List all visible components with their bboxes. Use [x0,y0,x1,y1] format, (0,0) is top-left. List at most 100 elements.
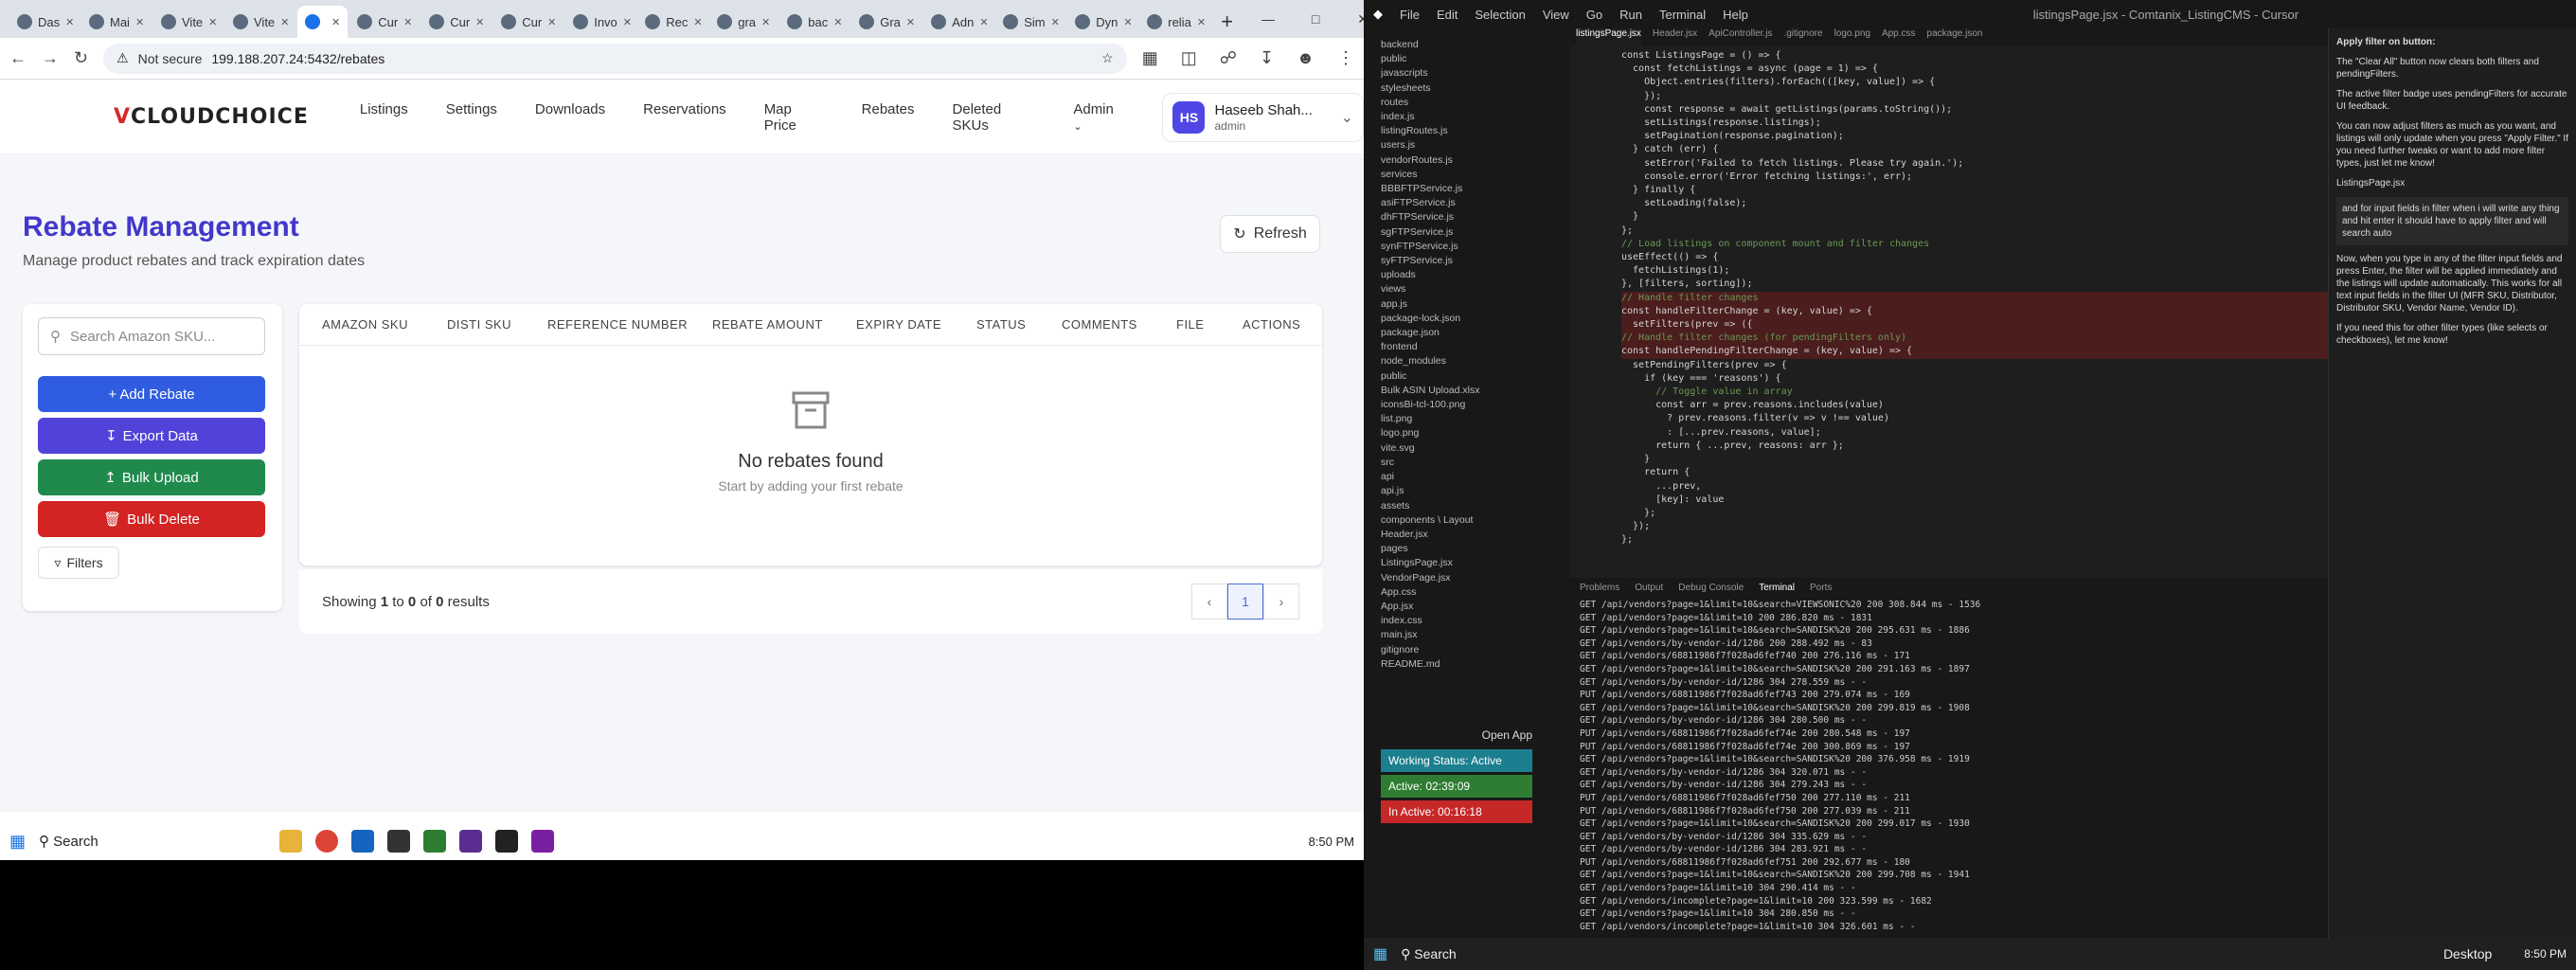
explorer-item[interactable]: node_modules [1381,354,1570,368]
taskbar-search[interactable]: ⚲ Search [39,833,266,850]
new-tab-button[interactable]: + [1211,6,1243,38]
nav-rebates[interactable]: Rebates [862,101,915,134]
explorer-item[interactable]: index.css [1381,614,1570,628]
browser-tab[interactable]: Gra ✕ [851,6,921,38]
col-expiry-date[interactable]: EXPIRY DATE [856,317,941,332]
cursor-icon[interactable] [495,830,519,853]
nav-map-price[interactable]: Map Price [764,101,824,134]
explorer-item[interactable]: README.md [1381,657,1570,672]
bookmark-star-icon[interactable]: ☆ [1101,50,1114,66]
explorer-item[interactable]: uploads [1381,268,1570,282]
onenote-icon[interactable] [531,830,555,853]
tab-close-icon[interactable]: ✕ [1197,16,1206,28]
browser-tab[interactable]: Invo ✕ [565,6,635,38]
download-icon[interactable]: ↧ [1260,48,1274,68]
explorer-item[interactable]: logo.png [1381,426,1570,440]
nav-admin[interactable]: Admin ⌄ [1073,101,1122,134]
browser-tab[interactable]: Cur ✕ [421,6,492,38]
prev-page-button[interactable]: ‹ [1191,584,1227,620]
explorer-item[interactable]: ListingsPage.jsx [1381,556,1570,570]
browser-tab[interactable]: Vite ✕ [153,6,224,38]
nav-reservations[interactable]: Reservations [643,101,726,134]
explorer-item[interactable]: package.json [1381,326,1570,340]
forward-arrow-icon[interactable]: → [42,48,59,68]
col-comments[interactable]: COMMENTS [1062,317,1137,332]
explorer-item[interactable]: Bulk ASIN Upload.xlsx [1381,384,1570,398]
cloudchoice-logo[interactable]: VCLOUDCHOICE [114,105,309,129]
nav-listings[interactable]: Listings [360,101,408,134]
nav-deleted-skus[interactable]: Deleted SKUs [953,101,1036,134]
editor-tab[interactable]: logo.png [1834,28,1870,45]
explorer-item[interactable]: routes [1381,96,1570,110]
explorer-item[interactable]: assets [1381,499,1570,513]
explorer-item[interactable]: synFTPService.js [1381,240,1570,254]
tab-close-icon[interactable]: ✕ [475,16,484,28]
page-button[interactable]: 1 [1227,584,1263,620]
explorer-item[interactable]: main.jsx [1381,628,1570,642]
close-icon[interactable]: ✕ [1339,0,1364,38]
col-rebate-amount[interactable]: REBATE AMOUNT [712,317,823,332]
explorer-item[interactable]: iconsBi-tcl-100.png [1381,398,1570,412]
export-data-button[interactable]: ↧ Export Data [38,418,265,454]
browser-tab[interactable]: Adn ✕ [923,6,993,38]
tab-close-icon[interactable]: ✕ [761,16,770,28]
explorer-item[interactable]: api [1381,470,1570,484]
terminal-tab[interactable]: Debug Console [1678,582,1744,593]
menu-selection[interactable]: Selection [1475,8,1525,22]
menu-view[interactable]: View [1543,8,1569,22]
editor-tab[interactable]: package.json [1927,28,1983,45]
bulk-upload-button[interactable]: ↥ Bulk Upload [38,459,265,495]
menu-help[interactable]: Help [1723,8,1748,22]
tab-close-icon[interactable]: ✕ [547,16,556,28]
explorer-item[interactable]: list.png [1381,412,1570,426]
col-reference-number[interactable]: REFERENCE NUMBER [547,317,688,332]
explorer-item[interactable]: Header.jsx [1381,528,1570,542]
user-menu[interactable]: HS Haseeb Shah... admin ⌄ [1162,92,1364,142]
tab-close-icon[interactable]: ✕ [623,16,632,28]
explorer-item[interactable]: public [1381,52,1570,66]
url-field[interactable]: ⚠ Not secure 199.188.207.24:5432/rebates… [103,43,1127,74]
nav-downloads[interactable]: Downloads [535,101,605,134]
browser-tab[interactable]: relia ✕ [1139,6,1209,38]
tab-close-icon[interactable]: ✕ [833,16,842,28]
tab-close-icon[interactable]: ✕ [280,16,289,28]
tab-close-icon[interactable]: ✕ [65,16,74,28]
explorer-item[interactable]: src [1381,456,1570,470]
refresh-button[interactable]: ↻ Refresh [1220,215,1320,253]
tab-close-icon[interactable]: ✕ [906,16,915,28]
terminal-tab[interactable]: Ports [1810,582,1832,593]
explorer-item[interactable]: listingRoutes.js [1381,124,1570,138]
col-status[interactable]: STATUS [976,317,1026,332]
tab-close-icon[interactable]: ✕ [331,16,340,28]
file-explorer-icon[interactable] [279,830,303,853]
extension-icon[interactable]: ▦ [1142,48,1158,68]
explorer-item[interactable]: BBBFTPService.js [1381,182,1570,196]
reload-icon[interactable]: ↻ [74,48,88,68]
menu-terminal[interactable]: Terminal [1659,8,1706,22]
browser-tab[interactable]: Cur ✕ [349,6,420,38]
add-rebate-button[interactable]: + Add Rebate [38,376,265,412]
explorer-item[interactable]: users.js [1381,138,1570,153]
terminal-tab[interactable]: Output [1635,582,1663,593]
tab-close-icon[interactable]: ✕ [208,16,217,28]
explorer-item[interactable]: public [1381,369,1570,384]
app-icon[interactable] [387,830,411,853]
menu-go[interactable]: Go [1586,8,1602,22]
menu-edit[interactable]: Edit [1437,8,1458,22]
terminal-tab[interactable]: Terminal [1759,582,1795,593]
menu-run[interactable]: Run [1619,8,1642,22]
minimize-icon[interactable]: — [1244,0,1292,38]
explorer-item[interactable]: views [1381,282,1570,296]
tab-close-icon[interactable]: ✕ [693,16,702,28]
back-arrow-icon[interactable]: ← [9,48,27,68]
tab-close-icon[interactable]: ✕ [135,16,144,28]
editor-tab[interactable]: ApiController.js [1708,28,1772,45]
explorer-item[interactable]: App.jsx [1381,600,1570,614]
browser-tab[interactable]: Cur ✕ [493,6,564,38]
col-amazon-sku[interactable]: AMAZON SKU [322,317,408,332]
maximize-icon[interactable]: □ [1292,0,1339,38]
explorer-item[interactable]: dhFTPService.js [1381,210,1570,225]
explorer-item[interactable]: api.js [1381,484,1570,498]
editor-tab[interactable]: App.css [1882,28,1916,45]
browser-tab[interactable]: Mai ✕ [81,6,152,38]
